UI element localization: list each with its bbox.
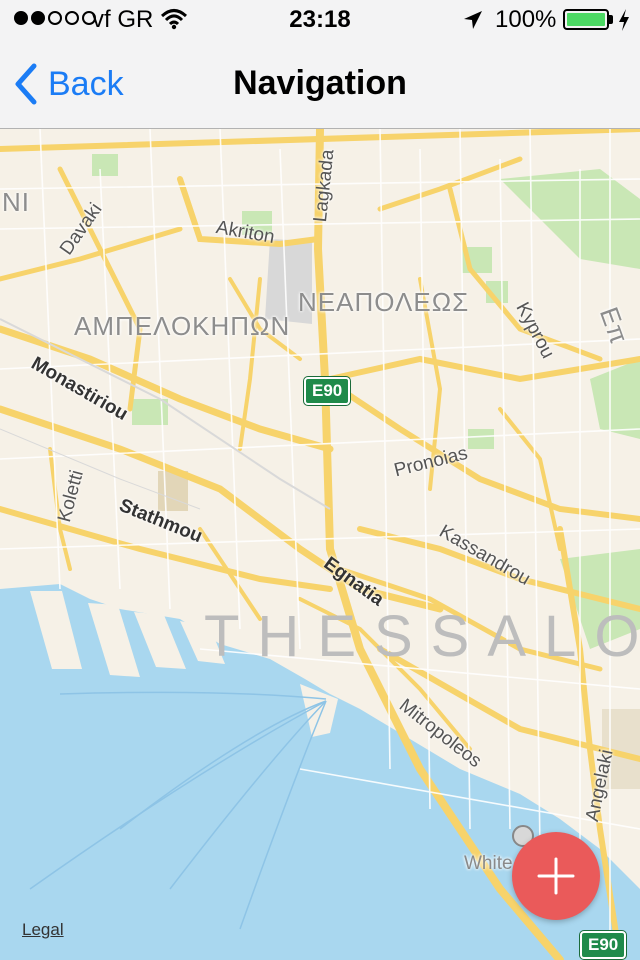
location-arrow-icon	[464, 11, 482, 29]
battery-tip	[609, 15, 613, 24]
status-bar: vf GR 23:18 100%	[0, 0, 640, 40]
charging-icon	[619, 9, 629, 31]
highway-shield: E90	[304, 377, 351, 405]
area-label: ΑΜΠΕΛΟΚΗΠΩΝ	[74, 311, 291, 341]
legal-link[interactable]: Legal	[22, 920, 64, 940]
map-view[interactable]: ΝΙ ΑΜΠΕΛΟΚΗΠΩΝ ΝΕΑΠΟΛΕΩΣ Επ Lagkada Akri…	[0, 129, 640, 960]
battery-percentage: 100%	[495, 6, 557, 33]
battery-icon	[563, 9, 609, 30]
top-bar: vf GR 23:18 100% Back Navigation	[0, 0, 640, 129]
add-button[interactable]	[512, 832, 600, 920]
highway-shield: E90	[580, 931, 627, 959]
city-label: THESSALONI	[204, 604, 640, 669]
area-label: ΝΕΑΠΟΛΕΩΣ	[298, 287, 470, 317]
plus-icon	[537, 857, 575, 895]
page-title: Navigation	[233, 64, 407, 102]
area-label: ΝΙ	[2, 187, 30, 217]
poi-label: White	[464, 853, 513, 874]
